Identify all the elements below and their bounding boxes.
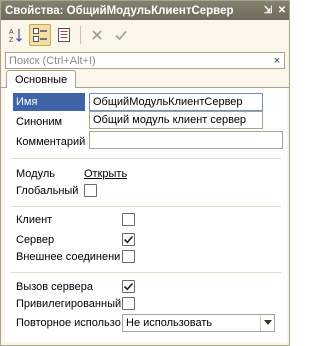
properties-panel: Имя ОбщийМодульКлиентСервер Синоним Общи… [5,88,287,342]
checkmark-icon [123,235,134,244]
external-connection-checkbox[interactable] [122,250,135,263]
module-label: Модуль [16,168,55,180]
svg-text:Z: Z [9,37,14,43]
toolbar-separator [80,26,81,44]
categorized-button[interactable] [29,24,51,46]
global-label: Глобальный [16,185,79,197]
reuse-label: Повторное использо [16,317,121,329]
search-input[interactable]: Поиск (Ctrl+Alt+I) × [5,52,285,69]
synonym-label: Синоним [16,116,63,128]
name-label: Имя [13,93,85,111]
apply-button[interactable] [110,24,132,46]
property-list-icon [58,28,70,42]
server-call-checkbox[interactable] [122,280,135,293]
synonym-field[interactable]: Общий модуль клиент сервер [89,111,263,129]
global-checkbox[interactable] [84,184,97,197]
properties-window: Свойства: ОбщийМодульКлиентСервер ⇲ ✕ A … [0,0,290,346]
svg-text:A: A [9,29,14,36]
divider [11,272,281,273]
check-icon [115,30,127,41]
reuse-value: Не использовать [126,317,213,329]
reuse-select[interactable]: Не использовать [122,314,275,332]
close-window-icon[interactable]: ✕ [275,5,289,16]
comment-label: Комментарий [16,136,86,148]
categorized-icon [33,28,47,42]
sort-alphabetical-icon: A Z [9,29,22,43]
chevron-down-icon[interactable] [260,315,274,331]
close-icon [92,30,102,40]
pin-icon[interactable]: ⇲ [261,5,275,16]
property-list-button[interactable] [53,24,75,46]
search-placeholder: Поиск (Ctrl+Alt+I) [9,54,96,67]
title-bar: Свойства: ОбщийМодульКлиентСервер ⇲ ✕ [1,1,289,20]
divider [11,158,281,159]
divider [11,206,281,207]
client-checkbox[interactable] [122,213,135,226]
name-field[interactable]: ОбщийМодульКлиентСервер [89,93,263,111]
comment-field[interactable] [89,131,283,149]
tab-main[interactable]: Основные [6,70,77,89]
server-label: Сервер [16,234,55,246]
privileged-checkbox[interactable] [122,297,135,310]
toolbar: A Z [1,21,289,49]
tab-strip: Основные [1,68,289,89]
clear-search-icon[interactable]: × [270,55,284,67]
client-label: Клиент [16,214,53,226]
server-checkbox[interactable] [122,233,135,246]
external-connection-label: Внешнее соединени [16,251,121,263]
server-call-label: Вызов сервера [16,281,93,293]
sort-alphabetical-button[interactable]: A Z [5,24,27,46]
checkmark-icon [123,282,134,291]
privileged-label: Привилегированный [16,298,122,310]
window-title: Свойства: ОбщийМодульКлиентСервер [5,4,234,17]
cancel-button[interactable] [86,24,108,46]
open-module-link[interactable]: Открыть [84,165,127,183]
